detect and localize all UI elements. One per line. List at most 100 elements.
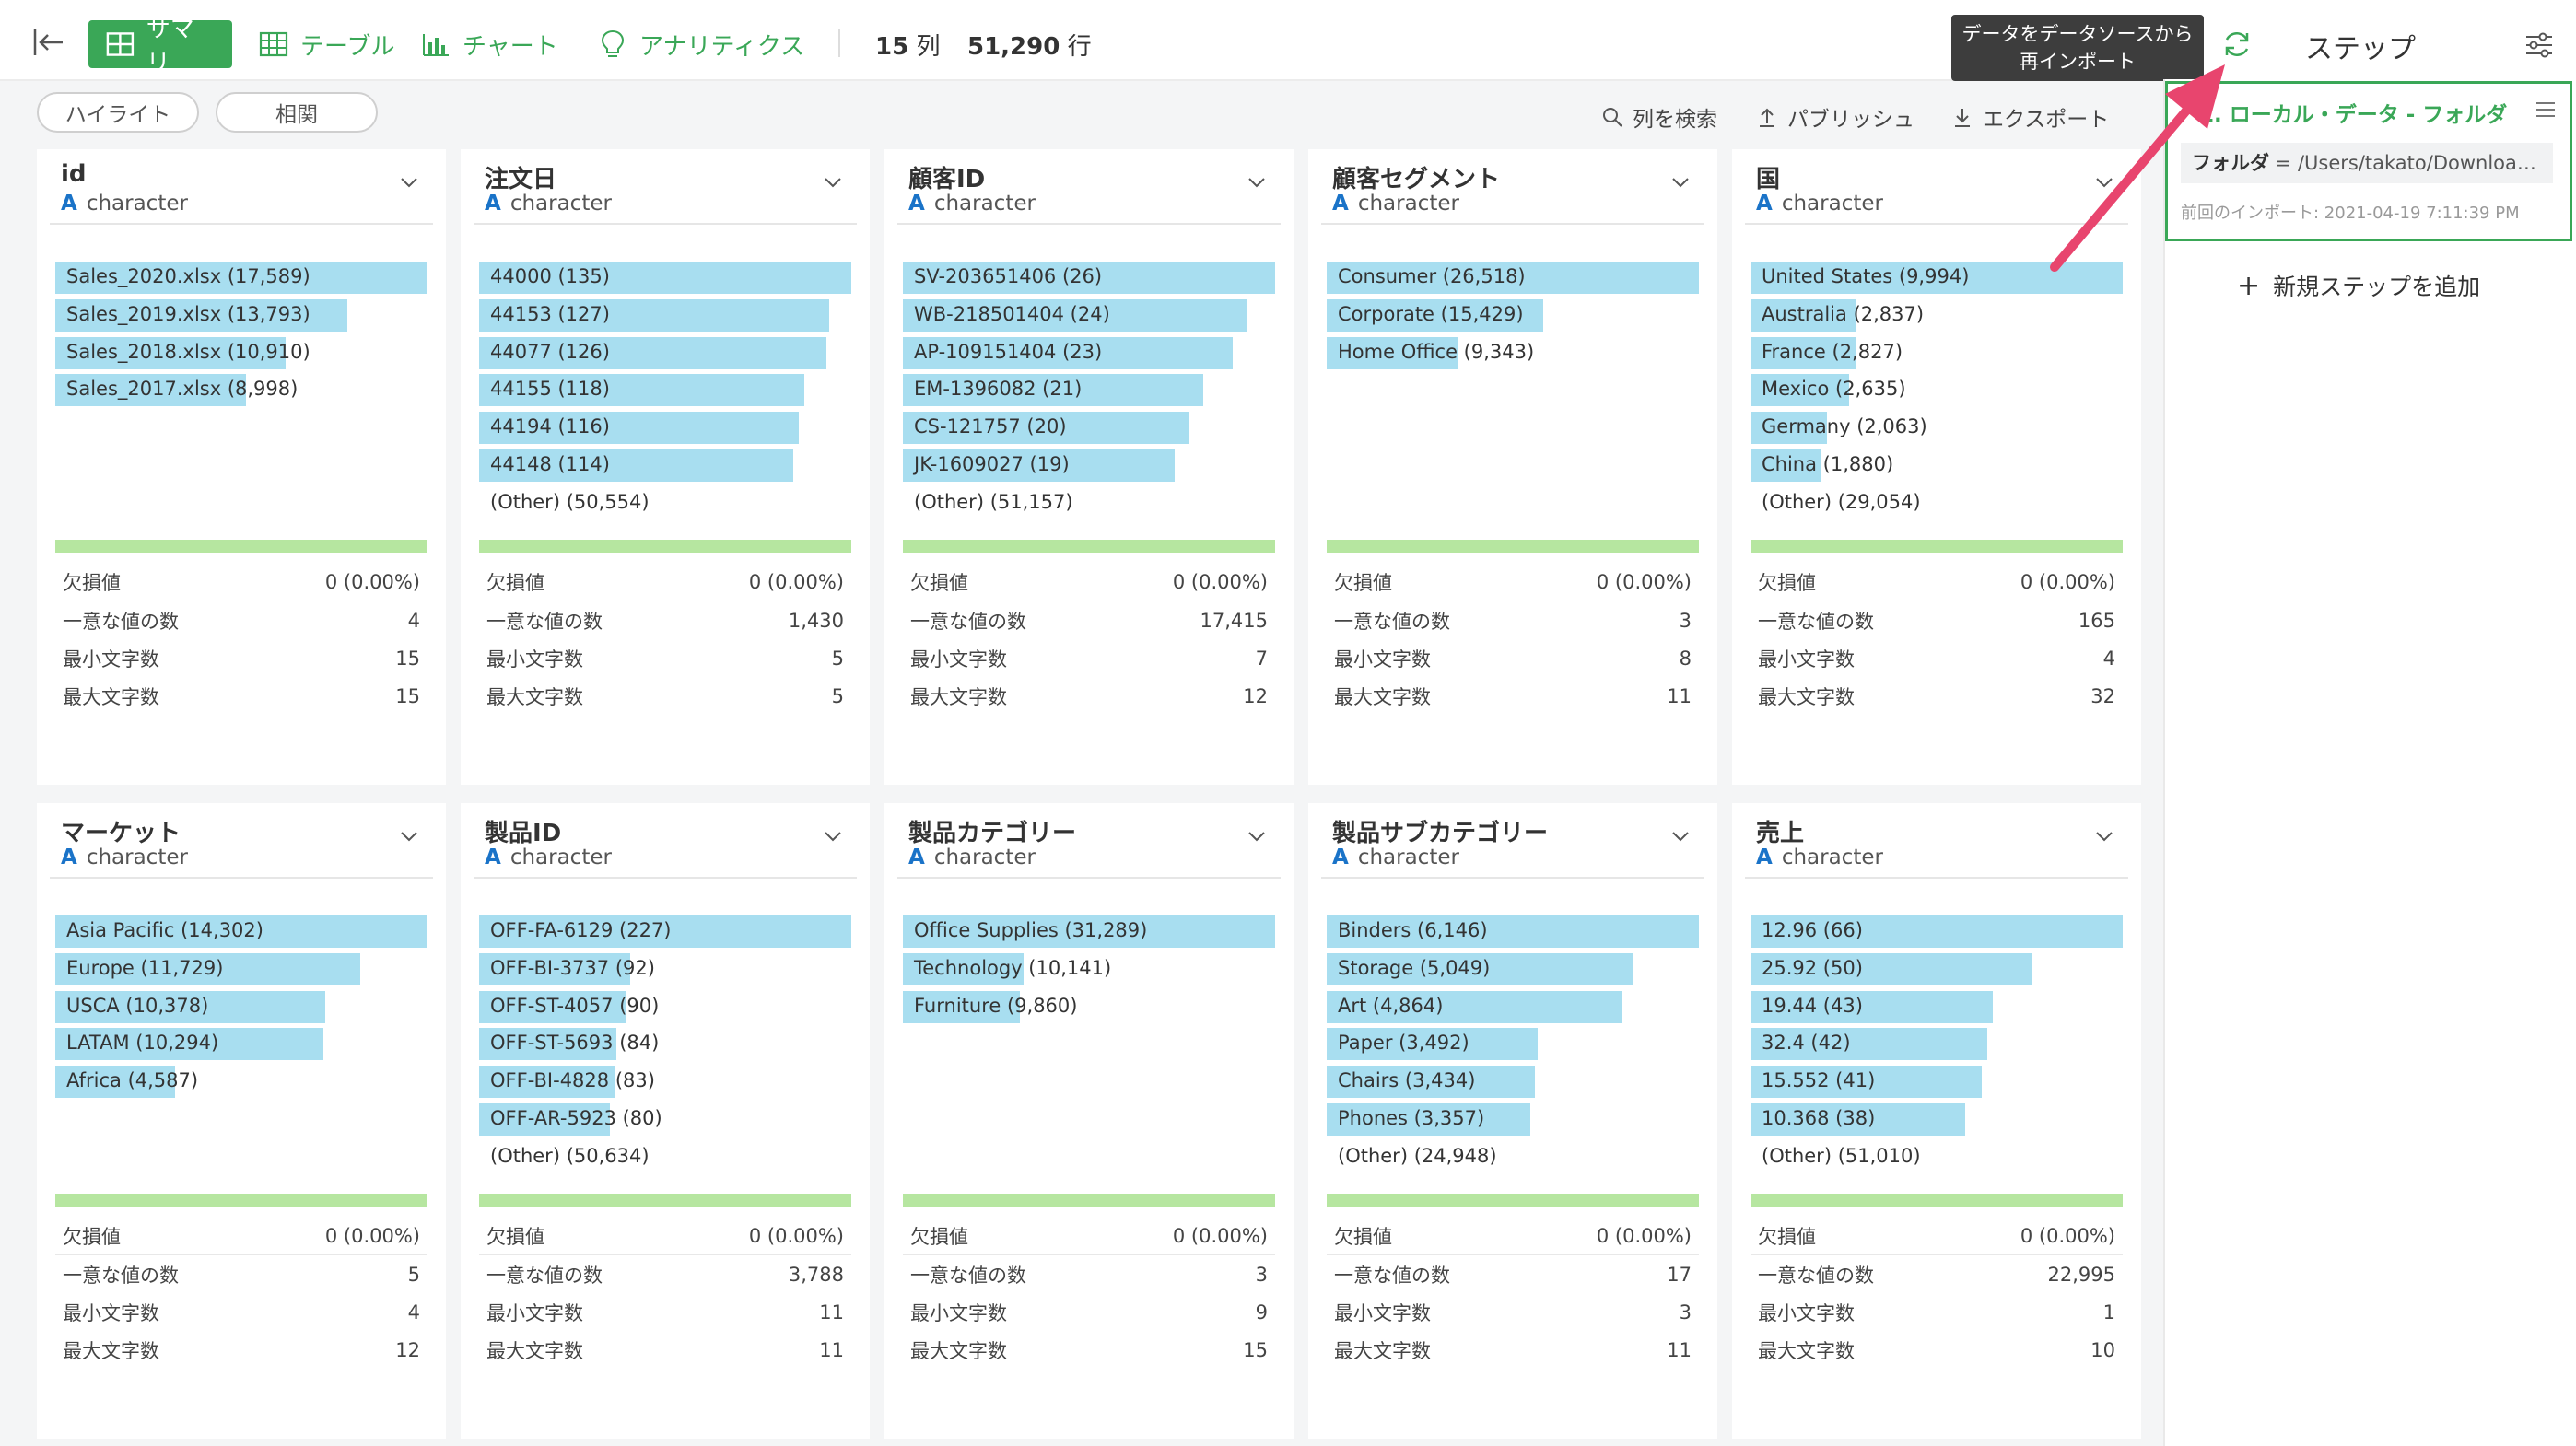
value-bar[interactable]: Technology (10,141) xyxy=(903,951,1275,989)
column-card[interactable]: 顧客ID Acharacter SV-203651406 (26) WB-218501… xyxy=(884,149,1294,785)
stat-label: 欠損値 xyxy=(1758,572,1816,594)
collapse-left-icon[interactable] xyxy=(29,24,66,61)
column-type: Acharacter xyxy=(61,845,188,869)
column-card[interactable]: id Acharacter Sales_2020.xlsx (17,589) Sale… xyxy=(37,149,446,785)
value-bar[interactable]: OFF-ST-5693 (84) xyxy=(479,1026,851,1064)
value-bar[interactable]: OFF-AR-5923 (80) xyxy=(479,1102,851,1139)
value-bar[interactable]: Mexico (2,635) xyxy=(1751,372,2123,410)
value-bar[interactable]: 15.552 (41) xyxy=(1751,1064,2123,1102)
value-bar[interactable]: 19.44 (43) xyxy=(1751,989,2123,1027)
value-bar[interactable]: SV-203651406 (26) xyxy=(903,260,1275,297)
value-bar[interactable]: 44155 (118) xyxy=(479,372,851,410)
column-card[interactable]: 売上 Acharacter 12.96 (66) 25.92 (50) 19.44 (4… xyxy=(1732,803,2141,1439)
value-bar[interactable]: Sales_2017.xlsx (8,998) xyxy=(55,372,427,410)
column-header[interactable]: id Acharacter xyxy=(50,149,433,225)
column-card[interactable]: マーケット Acharacter Asia Pacific (14,302) Euro… xyxy=(37,803,446,1439)
publish-button[interactable]: パブリッシュ xyxy=(1756,101,1914,133)
value-bar[interactable]: LATAM (10,294) xyxy=(55,1026,427,1064)
column-card[interactable]: 注文日 Acharacter 44000 (135) 44153 (127) 44077… xyxy=(461,149,870,785)
value-bar[interactable]: Phones (3,357) xyxy=(1327,1102,1699,1139)
value-bar[interactable]: OFF-BI-4828 (83) xyxy=(479,1064,851,1102)
value-bar[interactable]: Chairs (3,434) xyxy=(1327,1064,1699,1102)
value-bar[interactable]: 25.92 (50) xyxy=(1751,951,2123,989)
value-bar[interactable]: 12.96 (66) xyxy=(1751,914,2123,951)
value-bar[interactable]: Sales_2018.xlsx (10,910) xyxy=(55,335,427,373)
column-card[interactable]: 顧客セグメント Acharacter Consumer (26,518) Corpor… xyxy=(1308,149,1717,785)
stat-min-length: 最小文字数 15 xyxy=(55,639,427,677)
chevron-down-icon[interactable] xyxy=(2091,823,2117,849)
value-bar[interactable]: Art (4,864) xyxy=(1327,989,1699,1027)
value-bar-label: SV-203651406 (26) xyxy=(914,265,1103,287)
value-bar[interactable]: WB-218501404 (24) xyxy=(903,297,1275,335)
settings-sliders-icon[interactable] xyxy=(2524,31,2554,59)
value-bar[interactable]: 44194 (116) xyxy=(479,410,851,448)
value-bar[interactable]: Storage (5,049) xyxy=(1327,951,1699,989)
highlight-button[interactable]: ハイライト xyxy=(37,92,199,133)
column-header[interactable]: 注文日 Acharacter xyxy=(474,149,857,225)
column-header[interactable]: マーケット Acharacter xyxy=(50,803,433,879)
column-type: Acharacter xyxy=(485,192,612,216)
value-bar[interactable]: JK-1609027 (19) xyxy=(903,448,1275,485)
value-bar[interactable]: Australia (2,837) xyxy=(1751,297,2123,335)
chevron-down-icon[interactable] xyxy=(820,169,846,195)
column-header[interactable]: 顧客ID Acharacter xyxy=(897,149,1281,225)
column-header[interactable]: 製品カテゴリー Acharacter xyxy=(897,803,1281,879)
tab-table[interactable]: テーブル xyxy=(241,20,411,68)
chevron-down-icon[interactable] xyxy=(396,169,422,195)
column-card[interactable]: 製品サブカテゴリー Acharacter Binders (6,146) Storag… xyxy=(1308,803,1717,1439)
column-card[interactable]: 製品ID Acharacter OFF-FA-6129 (227) OFF-BI-37… xyxy=(461,803,870,1439)
column-header[interactable]: 売上 Acharacter xyxy=(1745,803,2128,879)
tab-chart[interactable]: チャート xyxy=(404,20,575,68)
value-bar[interactable]: 44148 (114) xyxy=(479,448,851,485)
chevron-down-icon[interactable] xyxy=(1668,169,1693,195)
chevron-down-icon[interactable] xyxy=(820,823,846,849)
value-bar[interactable]: 10.368 (38) xyxy=(1751,1102,2123,1139)
menu-icon[interactable] xyxy=(2535,100,2557,119)
column-search-button[interactable]: 列を検索 xyxy=(1601,101,1717,133)
value-bar[interactable]: Asia Pacific (14,302) xyxy=(55,914,427,951)
value-bar[interactable]: Home Office (9,343) xyxy=(1327,335,1699,373)
value-bar[interactable]: Paper (3,492) xyxy=(1327,1026,1699,1064)
value-bar[interactable]: China (1,880) xyxy=(1751,448,2123,485)
stat-label: 一意な値の数 xyxy=(486,1264,603,1287)
add-step-button[interactable]: + 新規ステップを追加 xyxy=(2237,269,2480,302)
value-bar[interactable]: Office Supplies (31,289) xyxy=(903,914,1275,951)
value-bar[interactable]: OFF-FA-6129 (227) xyxy=(479,914,851,951)
value-bar[interactable]: Furniture (9,860) xyxy=(903,989,1275,1027)
chevron-down-icon[interactable] xyxy=(396,823,422,849)
tab-analytics[interactable]: アナリティクス xyxy=(580,20,821,68)
value-bar[interactable]: Africa (4,587) xyxy=(55,1064,427,1102)
value-bar[interactable]: OFF-ST-4057 (90) xyxy=(479,989,851,1027)
value-bar[interactable]: Consumer (26,518) xyxy=(1327,260,1699,297)
value-bar[interactable]: Binders (6,146) xyxy=(1327,914,1699,951)
value-bar[interactable]: CS-121757 (20) xyxy=(903,410,1275,448)
value-bar[interactable]: EM-1396082 (21) xyxy=(903,372,1275,410)
tab-summary[interactable]: サマリ xyxy=(88,16,232,77)
value-bar[interactable]: Sales_2020.xlsx (17,589) xyxy=(55,260,427,297)
value-bar[interactable]: AP-109151404 (23) xyxy=(903,335,1275,373)
value-bar[interactable]: France (2,827) xyxy=(1751,335,2123,373)
value-bar[interactable]: Corporate (15,429) xyxy=(1327,297,1699,335)
value-bar[interactable]: 44153 (127) xyxy=(479,297,851,335)
chevron-down-icon[interactable] xyxy=(1244,823,1270,849)
value-bar[interactable]: Europe (11,729) xyxy=(55,951,427,989)
stat-value: 3 xyxy=(1679,609,1692,632)
value-bar-label: 32.4 (42) xyxy=(1762,1032,1851,1055)
value-distribution: 12.96 (66) 25.92 (50) 19.44 (43) 32.4 (42) 1… xyxy=(1751,914,2123,1177)
chevron-down-icon[interactable] xyxy=(1668,823,1693,849)
column-header[interactable]: 製品ID Acharacter xyxy=(474,803,857,879)
value-bar[interactable]: 44000 (135) xyxy=(479,260,851,297)
value-bar[interactable]: Sales_2019.xlsx (13,793) xyxy=(55,297,427,335)
stat-label: 一意な値の数 xyxy=(910,1264,1026,1287)
correlation-button[interactable]: 相関 xyxy=(216,92,378,133)
column-header[interactable]: 顧客セグメント Acharacter xyxy=(1321,149,1704,225)
value-bar[interactable]: USCA (10,378) xyxy=(55,989,427,1027)
column-card[interactable]: 製品カテゴリー Acharacter Office Supplies (31,289… xyxy=(884,803,1294,1439)
value-bar[interactable]: 44077 (126) xyxy=(479,335,851,373)
column-header[interactable]: 製品サブカテゴリー Acharacter xyxy=(1321,803,1704,879)
chevron-down-icon[interactable] xyxy=(1244,169,1270,195)
value-bar[interactable]: 32.4 (42) xyxy=(1751,1026,2123,1064)
value-bar[interactable]: OFF-BI-3737 (92) xyxy=(479,951,851,989)
value-bar[interactable]: Germany (2,063) xyxy=(1751,410,2123,448)
column-type: Acharacter xyxy=(1756,192,1883,216)
